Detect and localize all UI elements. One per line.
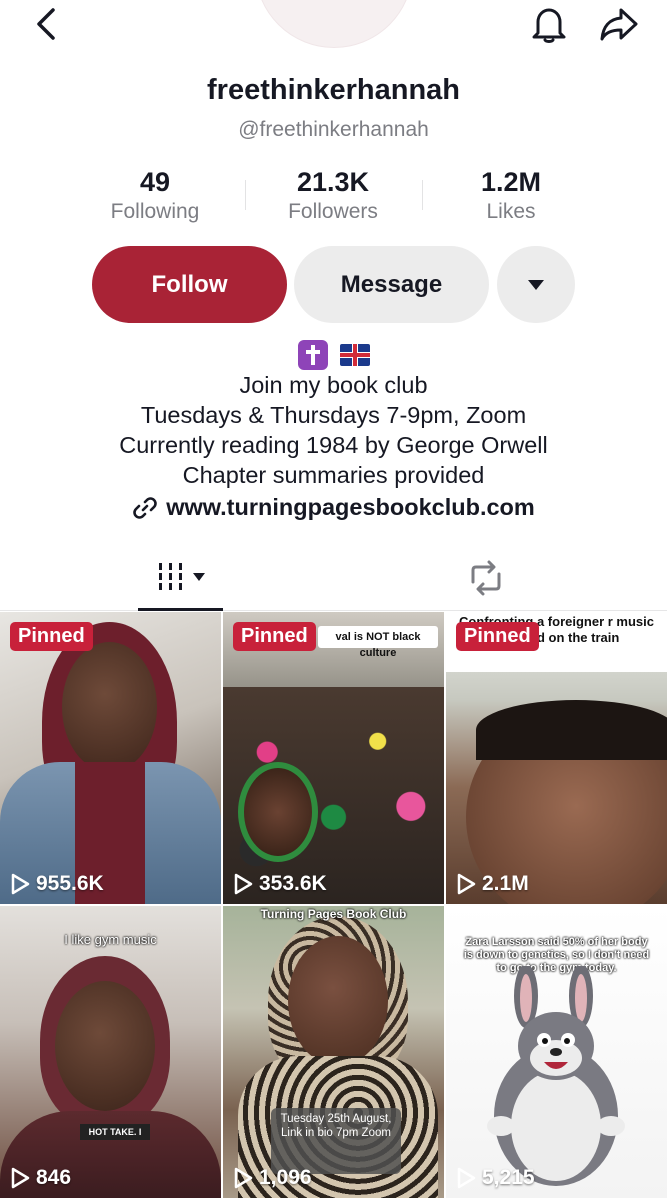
- view-count: 353.6K: [233, 872, 327, 896]
- thumbnail-hair: [476, 700, 667, 760]
- likes-count: 1.2M: [480, 167, 542, 197]
- followers-label: Followers: [288, 200, 378, 223]
- following-label: Following: [110, 200, 200, 223]
- bio-line: Chapter summaries provided: [182, 462, 485, 488]
- video-thumbnail[interactable]: Pinned 955.6K: [0, 612, 221, 904]
- tab-reposts[interactable]: [446, 545, 526, 611]
- follow-button[interactable]: Follow: [92, 246, 287, 323]
- back-arrow-icon[interactable]: [26, 4, 66, 44]
- stat-likes[interactable]: 1.2M Likes: [426, 167, 596, 224]
- video-thumbnail[interactable]: I like gym music HOT TAKE. I 846: [0, 906, 221, 1198]
- stat-following[interactable]: 49 Following: [70, 167, 240, 224]
- bio-line: Tuesdays & Thursdays 7-9pm, Zoom: [140, 402, 527, 428]
- play-icon: [234, 1167, 253, 1189]
- view-count: 1,096: [233, 1166, 312, 1190]
- video-caption-secondary: HOT TAKE. I: [80, 1124, 150, 1140]
- view-count-text: 846: [36, 1166, 72, 1189]
- username-handle: @freethinkerhannah: [238, 118, 429, 141]
- share-icon[interactable]: [599, 4, 639, 44]
- bio-emojis: [0, 340, 667, 370]
- followers-count: 21.3K: [296, 167, 370, 197]
- thumbnail-face-overlay: [238, 762, 318, 862]
- thumbnail-face: [62, 642, 157, 772]
- view-count-text: 2.1M: [482, 872, 529, 895]
- video-thumbnail[interactable]: Confronting a foreigner r music out loud…: [446, 612, 667, 904]
- caret-down-icon: [192, 572, 205, 581]
- message-button[interactable]: Message: [294, 246, 489, 323]
- bio-text: Join my book club Tuesdays & Thursdays 7…: [0, 370, 667, 490]
- thumbnail-face: [288, 936, 388, 1066]
- video-caption: Turning Pages Book Club: [260, 907, 407, 921]
- display-name: freethinkerhannah: [207, 74, 460, 106]
- play-icon: [234, 873, 253, 895]
- pinned-badge: Pinned: [456, 622, 539, 651]
- video-thumbnail[interactable]: Zara Larsson said 50% of her body is dow…: [446, 906, 667, 1198]
- view-count-text: 5,215: [482, 1166, 535, 1189]
- video-thumbnail[interactable]: val is NOT black culture Pinned 353.6K: [223, 612, 444, 904]
- top-bar: [0, 0, 667, 50]
- play-icon: [11, 1167, 30, 1189]
- view-count: 5,215: [456, 1166, 535, 1190]
- caret-down-icon: [528, 279, 544, 290]
- pinned-badge: Pinned: [10, 622, 93, 651]
- view-count-text: 1,096: [259, 1166, 312, 1189]
- video-grid: Pinned 955.6K val is NOT black culture P…: [0, 612, 667, 1200]
- view-count-text: 955.6K: [36, 872, 104, 895]
- cartoon-bunny-image: [487, 966, 625, 1186]
- bio-link-text: www.turningpagesbookclub.com: [166, 494, 535, 520]
- stat-divider: [245, 180, 246, 210]
- view-count-text: 353.6K: [259, 872, 327, 895]
- more-options-button[interactable]: [497, 246, 575, 323]
- following-count: 49: [139, 167, 171, 197]
- latin-cross-emoji: [297, 340, 328, 370]
- view-count: 955.6K: [10, 872, 104, 896]
- bio-link[interactable]: www.turningpagesbookclub.com: [0, 494, 667, 521]
- bio-line: Join my book club: [239, 372, 428, 398]
- view-count: 2.1M: [456, 872, 529, 896]
- link-icon: [133, 496, 157, 519]
- play-icon: [457, 873, 476, 895]
- repost-icon: [471, 560, 501, 596]
- video-thumbnail[interactable]: Turning Pages Book Club Tuesday 25th Aug…: [223, 906, 444, 1198]
- bell-icon[interactable]: [529, 4, 569, 44]
- avatar[interactable]: [255, 0, 413, 48]
- video-caption: val is NOT black culture: [335, 631, 421, 659]
- view-count: 846: [10, 1166, 71, 1190]
- play-icon: [457, 1167, 476, 1189]
- grid-icon: [158, 562, 182, 590]
- bio-line: Currently reading 1984 by George Orwell: [119, 432, 548, 458]
- video-caption: I like gym music: [64, 932, 157, 947]
- likes-label: Likes: [486, 200, 536, 223]
- play-icon: [11, 873, 30, 895]
- stat-divider: [422, 180, 423, 210]
- tab-videos[interactable]: [138, 545, 223, 611]
- pinned-badge: Pinned: [233, 622, 316, 651]
- thumbnail-face: [55, 981, 155, 1111]
- video-caption-secondary: Tuesday 25th August, Link in bio 7pm Zoo…: [280, 1113, 392, 1139]
- uk-flag-emoji: [339, 344, 370, 366]
- stat-followers[interactable]: 21.3K Followers: [248, 167, 418, 224]
- profile-tabs: [0, 545, 667, 611]
